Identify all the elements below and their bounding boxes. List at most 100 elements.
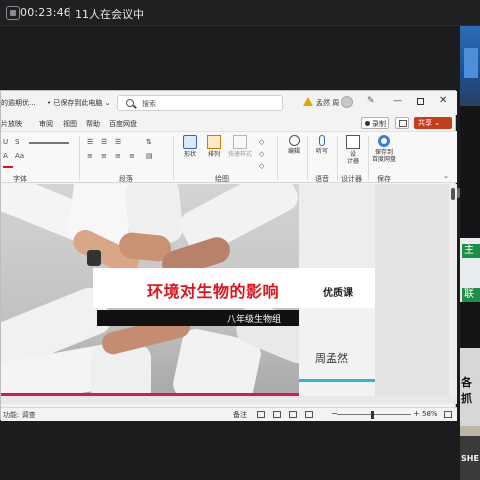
shape-effects-icon[interactable]: ◇	[259, 162, 264, 170]
designer-button[interactable]: 设计器	[340, 135, 366, 165]
arrange-button[interactable]: 排列	[201, 135, 227, 158]
video-tile-2[interactable]: 主 联	[460, 238, 480, 302]
font-color-icon[interactable]: A	[3, 152, 8, 160]
record-button[interactable]: 录制	[361, 117, 389, 129]
save-to-baidu-label: 保存到 百度网盘	[371, 149, 396, 163]
desktop: 00:23:46 11人在会议中 主 联 各抓 SHE › 的逾期优... • …	[0, 0, 480, 480]
video-tile-1[interactable]	[460, 26, 480, 106]
save-status[interactable]: • 已保存到此电脑 ⌄	[47, 98, 110, 108]
editor-background	[375, 184, 457, 396]
status-bar: 功能: 调查 备注 − + 58%	[1, 407, 457, 421]
search-box[interactable]: 搜索	[117, 95, 283, 111]
video-tile-5[interactable]: SHE	[460, 436, 480, 480]
normal-view-icon[interactable]	[257, 411, 265, 418]
group-font-label: 字体	[13, 175, 27, 183]
shapes-button[interactable]: 形状	[177, 135, 203, 158]
participant-gallery: 主 联 各抓 SHE	[460, 26, 480, 480]
divider	[277, 136, 278, 180]
shape-outline-icon[interactable]: ◇	[259, 150, 264, 158]
tab-baidu-pan[interactable]: 百度网盘	[109, 119, 137, 129]
align-center-icon[interactable]: ≡	[101, 152, 107, 160]
pen-icon[interactable]: ✎	[367, 96, 375, 106]
tile-label: 主	[462, 244, 480, 258]
reading-view-icon[interactable]	[289, 411, 297, 418]
slide-sorter-icon[interactable]	[273, 411, 281, 418]
video-tile-3[interactable]: 各抓	[460, 348, 480, 428]
group-save-label: 保存	[377, 175, 391, 183]
group-paragraph-label: 段落	[119, 175, 133, 183]
font-size-box[interactable]	[29, 142, 69, 144]
group-voice-label: 语音	[315, 175, 329, 183]
quick-styles-button[interactable]: 快速样式	[225, 135, 255, 158]
comment-button[interactable]	[395, 117, 409, 129]
strikethrough-icon[interactable]: S	[15, 138, 19, 146]
scrollbar-thumb[interactable]	[451, 188, 455, 200]
fit-to-window-icon[interactable]	[444, 411, 452, 418]
tab-help[interactable]: 帮助	[86, 119, 100, 129]
accessibility-status[interactable]: 功能: 调查	[3, 410, 36, 420]
group-drawing-label: 绘图	[215, 175, 229, 183]
justify-icon[interactable]: ≡	[129, 152, 135, 160]
divider	[337, 136, 338, 180]
shapes-label: 形状	[183, 151, 196, 158]
font-color-bar	[3, 166, 13, 168]
edit-button[interactable]: 编辑	[281, 135, 307, 155]
smartart-icon[interactable]: ▤	[146, 152, 153, 160]
minimize-button[interactable]: —	[393, 96, 402, 106]
zoom-slider[interactable]	[337, 414, 411, 415]
shapes-icon	[183, 135, 197, 149]
indent-icon[interactable]: ☰	[115, 138, 121, 146]
edit-label: 编辑	[287, 148, 300, 155]
zoom-slider-thumb[interactable]	[371, 411, 374, 419]
share-button[interactable]: 共享 ⌄	[414, 117, 452, 129]
title-bar: 的逾期优... • 已保存到此电脑 ⌄ 搜索 孟然 周 ✎ — ✕	[1, 91, 457, 115]
notes-button[interactable]: 备注	[233, 410, 247, 420]
highlight-icon[interactable]: Aa	[15, 152, 24, 160]
text-direction-icon[interactable]: ⇅	[146, 138, 152, 146]
slide-title-suffix[interactable]: 优质课	[323, 284, 353, 299]
tab-review[interactable]: 审阅	[39, 119, 53, 129]
tile-label: 联	[462, 288, 480, 302]
search-placeholder: 搜索	[142, 100, 156, 108]
slide-editor: 环境对生物的影响 优质课 八年级生物组 周孟然	[1, 184, 457, 404]
ribbon: U S A Aa 字体 ☰ ☰ ☰ ≡ ≡ ≡ ≡ ⇅ ▤ 段落 形状 排列 快…	[1, 131, 457, 183]
bullets-icon[interactable]: ☰	[87, 138, 93, 146]
align-right-icon[interactable]: ≡	[115, 152, 121, 160]
shape-fill-icon[interactable]: ◇	[259, 138, 264, 146]
meeting-timer: 00:23:46	[20, 6, 72, 19]
avatar[interactable]	[341, 96, 353, 108]
teacher-name[interactable]: 周孟然	[315, 350, 348, 366]
grade-label[interactable]: 八年级生物组	[227, 312, 281, 325]
gallery-scrollbar[interactable]	[457, 188, 460, 198]
find-icon	[288, 135, 300, 146]
accent-line	[299, 379, 375, 382]
baidu-pan-icon	[378, 135, 390, 147]
quick-styles-label: 快速样式	[227, 151, 252, 158]
tile-label: SHE	[461, 454, 479, 463]
participant-count[interactable]: 11人在会议中	[75, 6, 144, 22]
slide-title[interactable]: 环境对生物的影响	[147, 278, 279, 302]
watch-shape	[87, 250, 101, 266]
tile-label: 各抓	[461, 376, 472, 405]
align-left-icon[interactable]: ≡	[87, 152, 93, 160]
dictate-button[interactable]: 听写	[309, 135, 335, 155]
numbering-icon[interactable]: ☰	[101, 138, 107, 146]
close-button[interactable]: ✕	[439, 95, 447, 106]
user-name[interactable]: 孟然 周	[316, 98, 339, 108]
save-to-baidu-button[interactable]: 保存到 百度网盘	[369, 135, 399, 163]
document-name[interactable]: 的逾期优...	[1, 98, 36, 108]
tab-view[interactable]: 视图	[63, 119, 77, 129]
tab-slideshow[interactable]: 片放映	[1, 119, 22, 129]
meeting-status-icon[interactable]	[6, 6, 20, 20]
underline-icon[interactable]: U	[3, 138, 8, 146]
warning-icon[interactable]	[303, 97, 313, 106]
slideshow-icon[interactable]	[305, 411, 313, 418]
zoom-in-button[interactable]: +	[413, 409, 420, 418]
accent-line	[1, 393, 299, 396]
quick-styles-icon	[233, 135, 247, 149]
designer-icon	[346, 135, 360, 149]
zoom-level[interactable]: 58%	[422, 410, 438, 418]
maximize-button[interactable]	[417, 98, 424, 105]
collapse-ribbon-icon[interactable]: ⌄	[443, 172, 449, 180]
vertical-scrollbar[interactable]	[449, 184, 457, 396]
